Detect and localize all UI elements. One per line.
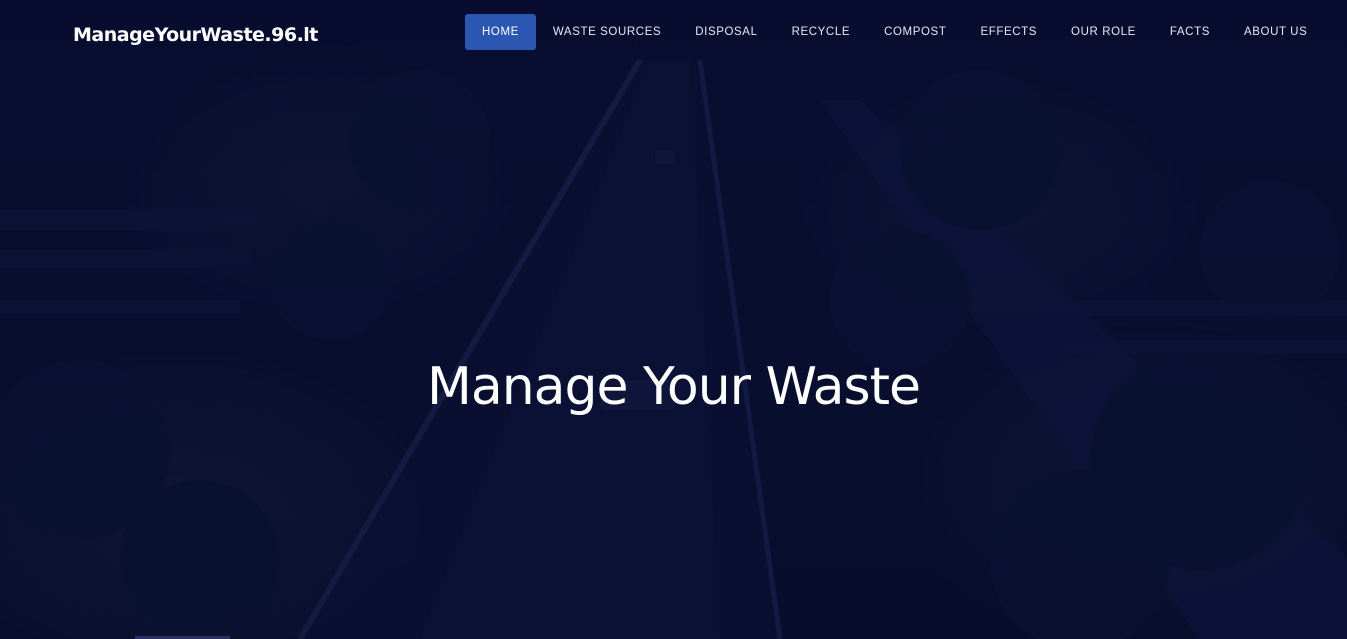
- nav-item-our-role[interactable]: OUR ROLE: [1054, 14, 1153, 50]
- nav-item-facts[interactable]: FACTS: [1153, 14, 1227, 50]
- hero-title: Manage Your Waste: [426, 356, 921, 417]
- nav-item-recycle[interactable]: RECYCLE: [775, 14, 868, 50]
- hero-dark-overlay: [0, 0, 1347, 639]
- page: ManageYourWaste.96.lt HOME WASTE SOURCES…: [0, 0, 1347, 639]
- nav-item-effects[interactable]: EFFECTS: [963, 14, 1054, 50]
- site-logo[interactable]: ManageYourWaste.96.lt: [73, 24, 318, 46]
- nav-item-about-us[interactable]: ABOUT US: [1227, 14, 1324, 50]
- nav-item-disposal[interactable]: DISPOSAL: [678, 14, 774, 50]
- main-navigation: HOME WASTE SOURCES DISPOSAL RECYCLE COMP…: [465, 14, 1324, 50]
- nav-item-waste-sources[interactable]: WASTE SOURCES: [536, 14, 678, 50]
- nav-item-compost[interactable]: COMPOST: [867, 14, 963, 50]
- nav-item-home[interactable]: HOME: [465, 14, 536, 50]
